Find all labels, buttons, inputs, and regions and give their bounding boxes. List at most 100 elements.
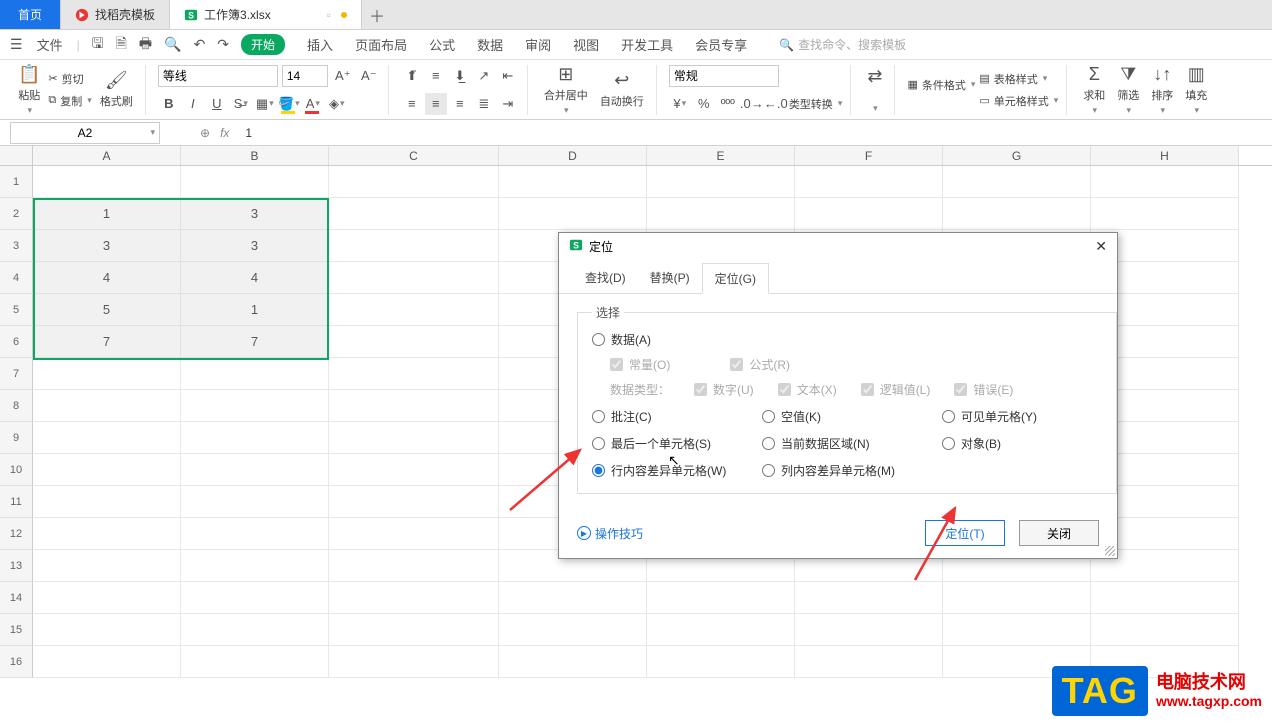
cell[interactable] bbox=[181, 550, 329, 582]
fill-button[interactable]: ▥填充 bbox=[1181, 64, 1211, 116]
clear-format-button[interactable]: ◈ bbox=[326, 93, 348, 115]
dec-dec-button[interactable]: ←.0 bbox=[765, 93, 787, 115]
cell[interactable]: 4 bbox=[181, 262, 329, 294]
cell[interactable] bbox=[795, 582, 943, 614]
col-header[interactable]: G bbox=[943, 146, 1091, 165]
opt-last[interactable]: 最后一个单元格(S) bbox=[592, 435, 762, 452]
col-header[interactable]: F bbox=[795, 146, 943, 165]
menu-review[interactable]: 审阅 bbox=[523, 35, 553, 54]
copy-button[interactable]: ⧉复制 bbox=[48, 93, 91, 109]
undo-button[interactable]: ↶ bbox=[194, 36, 206, 53]
cell[interactable] bbox=[329, 454, 499, 486]
row-header[interactable]: 3 bbox=[0, 230, 33, 262]
cell[interactable] bbox=[329, 518, 499, 550]
row-header[interactable]: 15 bbox=[0, 614, 33, 646]
print-preview-icon[interactable]: 🔍 bbox=[164, 36, 181, 53]
tips-link[interactable]: ▶ 操作技巧 bbox=[577, 525, 643, 542]
col-header[interactable]: H bbox=[1091, 146, 1239, 165]
opt-data[interactable]: 数据(A) bbox=[592, 331, 1102, 348]
cell[interactable] bbox=[329, 166, 499, 198]
cell[interactable]: 3 bbox=[181, 198, 329, 230]
cell[interactable] bbox=[33, 550, 181, 582]
align-left-button[interactable]: ≡ bbox=[401, 93, 423, 115]
cell[interactable] bbox=[499, 646, 647, 678]
justify-button[interactable]: ≣ bbox=[473, 93, 495, 115]
cell[interactable] bbox=[329, 646, 499, 678]
bold-button[interactable]: B bbox=[158, 93, 180, 115]
cell[interactable] bbox=[181, 390, 329, 422]
fx-icon[interactable]: fx bbox=[220, 126, 229, 140]
cell[interactable]: 7 bbox=[181, 326, 329, 358]
col-header[interactable]: C bbox=[329, 146, 499, 165]
zoom-icon[interactable]: ⊕ bbox=[200, 126, 210, 140]
cell[interactable] bbox=[329, 262, 499, 294]
row-header[interactable]: 12 bbox=[0, 518, 33, 550]
cell[interactable]: 3 bbox=[33, 230, 181, 262]
print-icon[interactable]: 🖶 bbox=[139, 33, 152, 57]
cell[interactable] bbox=[33, 582, 181, 614]
dialog-titlebar[interactable]: S 定位 ✕ bbox=[559, 233, 1117, 259]
orientation-button[interactable]: ↗ bbox=[473, 65, 495, 87]
cell[interactable] bbox=[33, 518, 181, 550]
cell[interactable] bbox=[181, 614, 329, 646]
cell[interactable] bbox=[1091, 166, 1239, 198]
cell[interactable] bbox=[33, 646, 181, 678]
cell[interactable]: 3 bbox=[181, 230, 329, 262]
tab-add-button[interactable]: ＋ bbox=[362, 0, 392, 29]
cell[interactable]: 1 bbox=[33, 198, 181, 230]
cell[interactable] bbox=[647, 166, 795, 198]
menu-data[interactable]: 数据 bbox=[475, 35, 505, 54]
row-header[interactable]: 4 bbox=[0, 262, 33, 294]
cell[interactable] bbox=[1091, 198, 1239, 230]
menu-insert[interactable]: 插入 bbox=[305, 35, 335, 54]
cell[interactable] bbox=[33, 390, 181, 422]
tab-templates[interactable]: 找稻壳模板 bbox=[61, 0, 170, 29]
col-header[interactable]: D bbox=[499, 146, 647, 165]
opt-col-diff[interactable]: 列内容差异单元格(M) bbox=[762, 462, 942, 479]
align-right-button[interactable]: ≡ bbox=[449, 93, 471, 115]
row-header[interactable]: 5 bbox=[0, 294, 33, 326]
cell[interactable] bbox=[943, 198, 1091, 230]
fill-color-button[interactable]: 🪣 bbox=[278, 93, 300, 115]
row-header[interactable]: 9 bbox=[0, 422, 33, 454]
cell[interactable] bbox=[943, 614, 1091, 646]
menu-devtools[interactable]: 开发工具 bbox=[619, 35, 675, 54]
cell[interactable] bbox=[181, 646, 329, 678]
cell[interactable] bbox=[943, 166, 1091, 198]
name-box[interactable]: A2 bbox=[10, 122, 160, 144]
row-header[interactable]: 10 bbox=[0, 454, 33, 486]
opt-object[interactable]: 对象(B) bbox=[942, 435, 1102, 452]
paste-button[interactable]: 📋粘贴 bbox=[14, 64, 44, 116]
cell[interactable] bbox=[795, 646, 943, 678]
cell[interactable] bbox=[33, 614, 181, 646]
cell[interactable] bbox=[329, 294, 499, 326]
col-header[interactable]: B bbox=[181, 146, 329, 165]
opt-row-diff[interactable]: 行内容差异单元格(W) bbox=[592, 462, 762, 479]
font-size-combo[interactable] bbox=[282, 65, 328, 87]
align-top-button[interactable]: ⬆̄ bbox=[401, 65, 423, 87]
cell[interactable] bbox=[181, 518, 329, 550]
cell[interactable] bbox=[647, 646, 795, 678]
select-all-corner[interactable] bbox=[0, 146, 33, 165]
tab-home[interactable]: 首页 bbox=[0, 0, 61, 29]
cell[interactable] bbox=[1091, 582, 1239, 614]
font-name-combo[interactable] bbox=[158, 65, 278, 87]
dec-inc-button[interactable]: .0→ bbox=[741, 93, 763, 115]
cond-format-button[interactable]: ▦条件格式 bbox=[907, 77, 975, 93]
cell[interactable] bbox=[33, 166, 181, 198]
increase-font-button[interactable]: A⁺ bbox=[332, 65, 354, 87]
wrap-text-button[interactable]: ↩自动换行 bbox=[596, 70, 648, 109]
row-header[interactable]: 1 bbox=[0, 166, 33, 198]
cell[interactable] bbox=[33, 422, 181, 454]
number-format-combo[interactable] bbox=[669, 65, 779, 87]
rowcol-button[interactable]: ⇄ bbox=[863, 66, 886, 114]
cell[interactable] bbox=[943, 582, 1091, 614]
cell[interactable] bbox=[181, 166, 329, 198]
save-as-icon[interactable]: 🗎 bbox=[116, 33, 127, 57]
cell[interactable] bbox=[329, 422, 499, 454]
cell[interactable]: 5 bbox=[33, 294, 181, 326]
cell[interactable] bbox=[181, 422, 329, 454]
opt-blank[interactable]: 空值(K) bbox=[762, 408, 942, 425]
cell[interactable] bbox=[329, 358, 499, 390]
cell[interactable] bbox=[499, 198, 647, 230]
